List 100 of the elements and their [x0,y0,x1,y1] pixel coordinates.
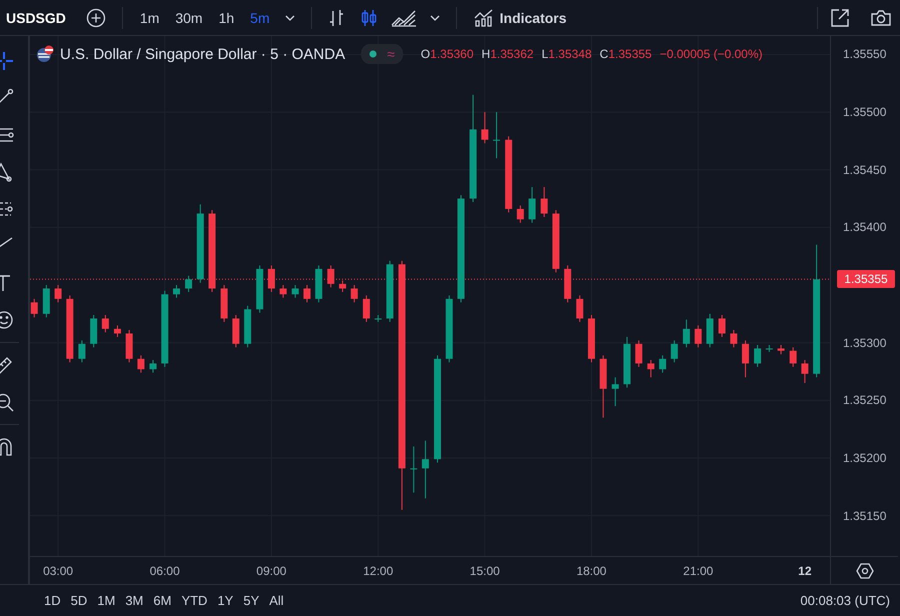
candle [766,344,773,352]
time-label: 18:00 [575,564,608,578]
candle [304,284,310,303]
time-label: 09:00 [255,564,288,578]
candle [564,264,572,303]
candle [42,284,50,318]
candle [694,324,702,348]
candle [244,305,252,348]
ohlc-value: L1.35348 [542,47,592,61]
candle [374,314,382,322]
candle [386,260,394,322]
candle [540,186,548,218]
candle [362,294,370,322]
price-label: 1.35400 [843,219,886,236]
candle [114,324,121,338]
candle [446,294,453,363]
candle [635,340,642,368]
caret-icon[interactable] [430,14,440,20]
last-price-badge: 1.35355 [837,270,895,288]
interval-tab[interactable]: 1h [214,6,240,30]
candle [528,186,536,224]
candle [410,446,418,494]
candle [350,284,358,303]
caret-icon[interactable] [284,14,295,20]
camera-icon[interactable] [870,8,892,28]
time-label: 12:00 [362,564,394,578]
candle [150,360,157,374]
candle [126,330,133,363]
range-button[interactable]: 3M [121,591,148,610]
candle [742,340,749,378]
candle [54,284,62,303]
price-label: 1.35200 [843,450,886,466]
price-label: 1.35250 [843,392,886,408]
range-button[interactable]: 1Y [213,591,238,610]
ohlc-value: C1.35355 [600,47,652,61]
candle [137,354,144,374]
price-label: 1.35500 [843,104,886,120]
range-button[interactable]: 5Y [239,591,264,610]
candle [493,112,500,159]
candle [292,284,299,298]
candle [588,314,595,363]
candle [778,344,784,355]
candle [339,280,346,292]
range-button[interactable]: 1M [93,591,120,610]
symbol-name[interactable]: USDSGD [6,10,66,26]
candle [102,314,109,333]
indicators-icon [474,8,494,26]
range-button[interactable]: 6M [149,591,176,610]
time-label: 21:00 [682,564,714,578]
candle [481,112,488,144]
candle [220,284,228,322]
candle [90,314,98,348]
candle [78,340,86,363]
range-button[interactable]: YTD [177,591,212,610]
add-icon[interactable] [86,8,106,28]
candle [185,275,192,292]
candle [280,284,287,298]
range-button[interactable]: All [265,591,288,610]
candle [682,319,690,348]
area-chart-icon[interactable] [390,8,417,28]
candle [730,330,738,348]
price-label: 1.35550 [843,46,886,62]
interval-tab[interactable]: 1m [134,6,164,30]
candle [659,354,666,374]
ohlc-value: H1.35362 [482,47,534,61]
popout-icon[interactable] [830,8,850,28]
time-label: 03:00 [42,564,74,578]
candle [754,344,762,368]
indicators-button[interactable]: Indicators [468,4,572,30]
price-change: −0.00005 (−0.00%) [660,47,762,61]
candle [718,314,726,338]
time-label: 15:00 [468,564,501,578]
symbol-title: U.S. Dollar / Singapore Dollar · 5 · OANDA [60,46,346,62]
candle [315,264,322,303]
price-label: 1.35450 [843,162,886,178]
candle [576,294,584,322]
interval-tab[interactable]: 5m [245,6,275,30]
range-button[interactable]: 5D [66,591,92,610]
candle [173,284,180,298]
price-label: 1.35150 [843,508,886,524]
flag-icon [36,45,54,63]
candle [706,313,714,348]
date-label: 12 [797,564,812,578]
range-button[interactable]: 1D [40,591,65,610]
interval-tab[interactable]: 30m [170,6,208,30]
clock-text: 00:08:03 (UTC) [800,593,890,608]
settings-icon[interactable] [856,562,874,580]
candle [516,205,524,224]
candle [256,264,264,314]
candle [552,210,560,273]
ohlc-value: O1.35360 [420,47,474,61]
candle [422,440,429,499]
candle [647,360,654,378]
candle [801,360,808,384]
price-label: 1.35300 [843,334,886,351]
time-label: 06:00 [148,564,181,578]
candle [790,346,797,368]
candle [624,336,631,388]
candle [600,354,607,418]
candle [232,314,240,348]
